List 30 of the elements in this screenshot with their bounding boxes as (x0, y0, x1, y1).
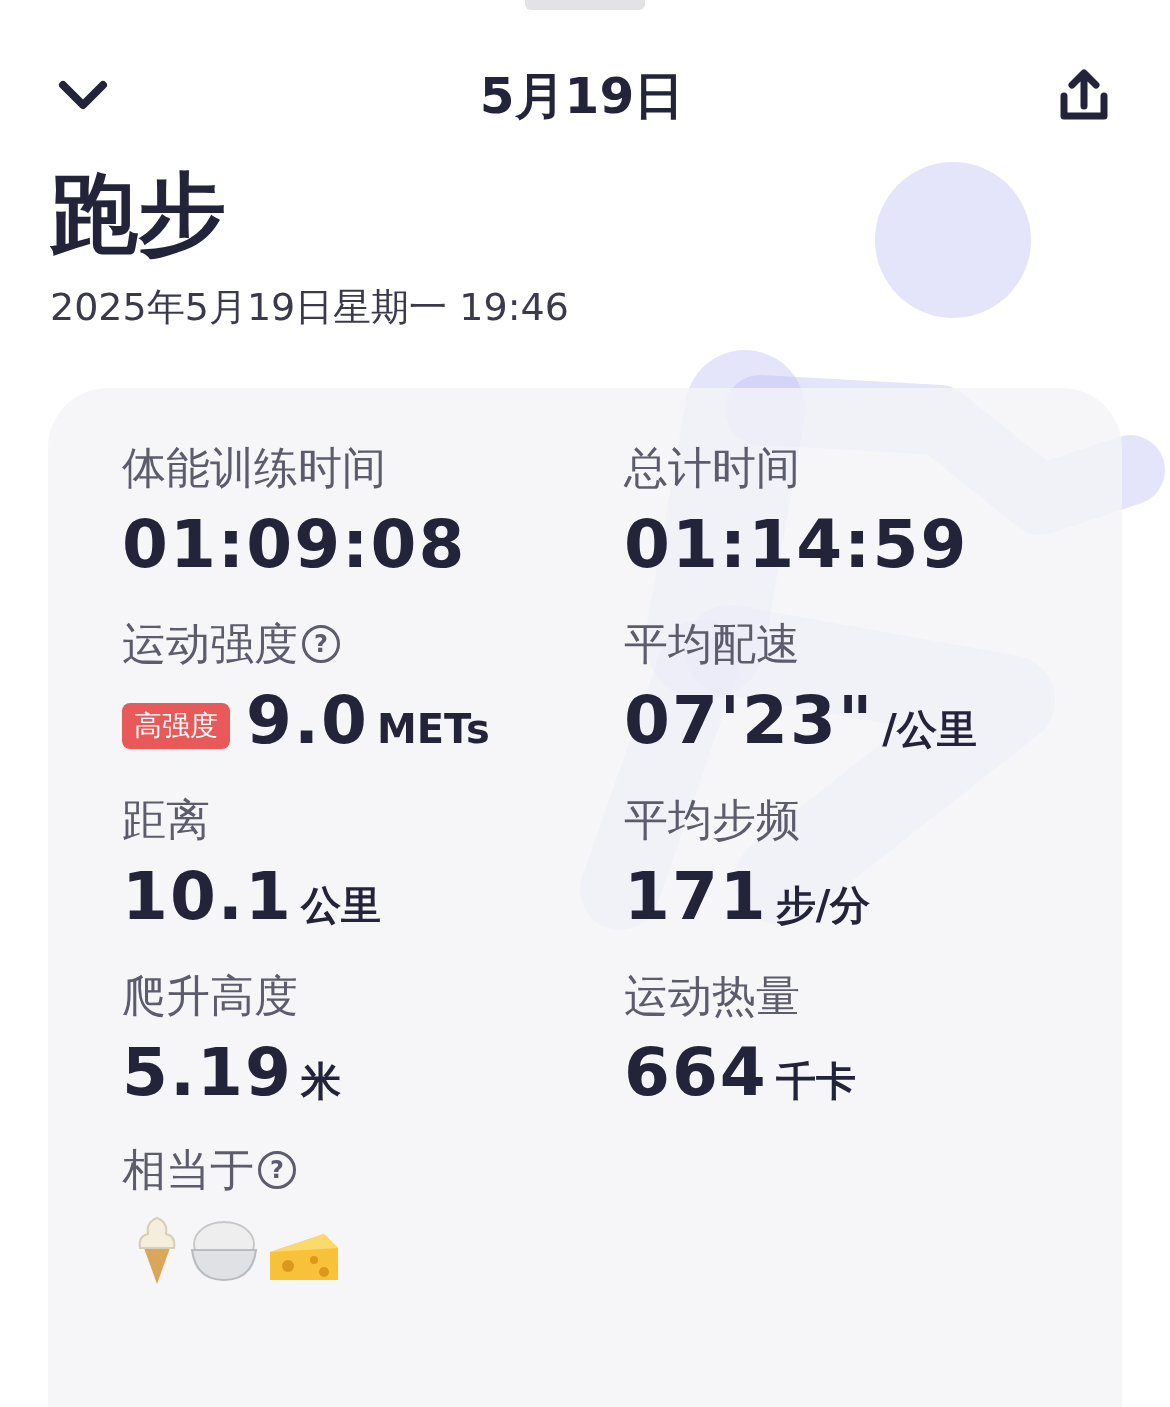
metric-unit: METs (376, 709, 490, 749)
metric-unit: 千卡 (775, 1061, 856, 1101)
metric-unit: 米 (300, 1061, 341, 1101)
equivalent-label: 相当于 (122, 1148, 254, 1192)
metric-value: 01:14:59 (624, 512, 969, 578)
workout-title: 跑步 (50, 170, 227, 258)
help-icon[interactable]: ? (258, 1151, 296, 1189)
header-title: 5月19日 (479, 71, 685, 121)
workout-datetime: 2025年5月19日星期一 19:46 (50, 288, 570, 326)
metric-unit: 公里 (300, 885, 381, 925)
sheet-handle[interactable] (525, 0, 645, 10)
metric-label: 运动热量 (624, 974, 800, 1018)
metric-value: 07'23" (624, 688, 875, 754)
metric-unit: /公里 (882, 709, 977, 749)
metric-value: 9.0 (246, 688, 369, 754)
metric-unit: 步/分 (775, 885, 871, 925)
metric-label: 爬升高度 (122, 974, 298, 1018)
help-icon[interactable]: ? (302, 625, 340, 663)
intensity-badge: 高强度 (122, 703, 230, 749)
metric-value: 10.1 (122, 864, 293, 930)
metric-value: 5.19 (122, 1040, 293, 1106)
metric-label: 平均配速 (624, 622, 800, 666)
metric-label: 平均步频 (624, 798, 800, 842)
metric-value: 171 (624, 864, 768, 930)
metric-label: 总计时间 (624, 446, 800, 490)
metric-label: 体能训练时间 (122, 446, 386, 490)
metric-label: 距离 (122, 798, 210, 842)
metric-value: 664 (624, 1040, 768, 1106)
metric-value: 01:09:08 (122, 512, 467, 578)
metric-label: 运动强度 (122, 622, 298, 666)
